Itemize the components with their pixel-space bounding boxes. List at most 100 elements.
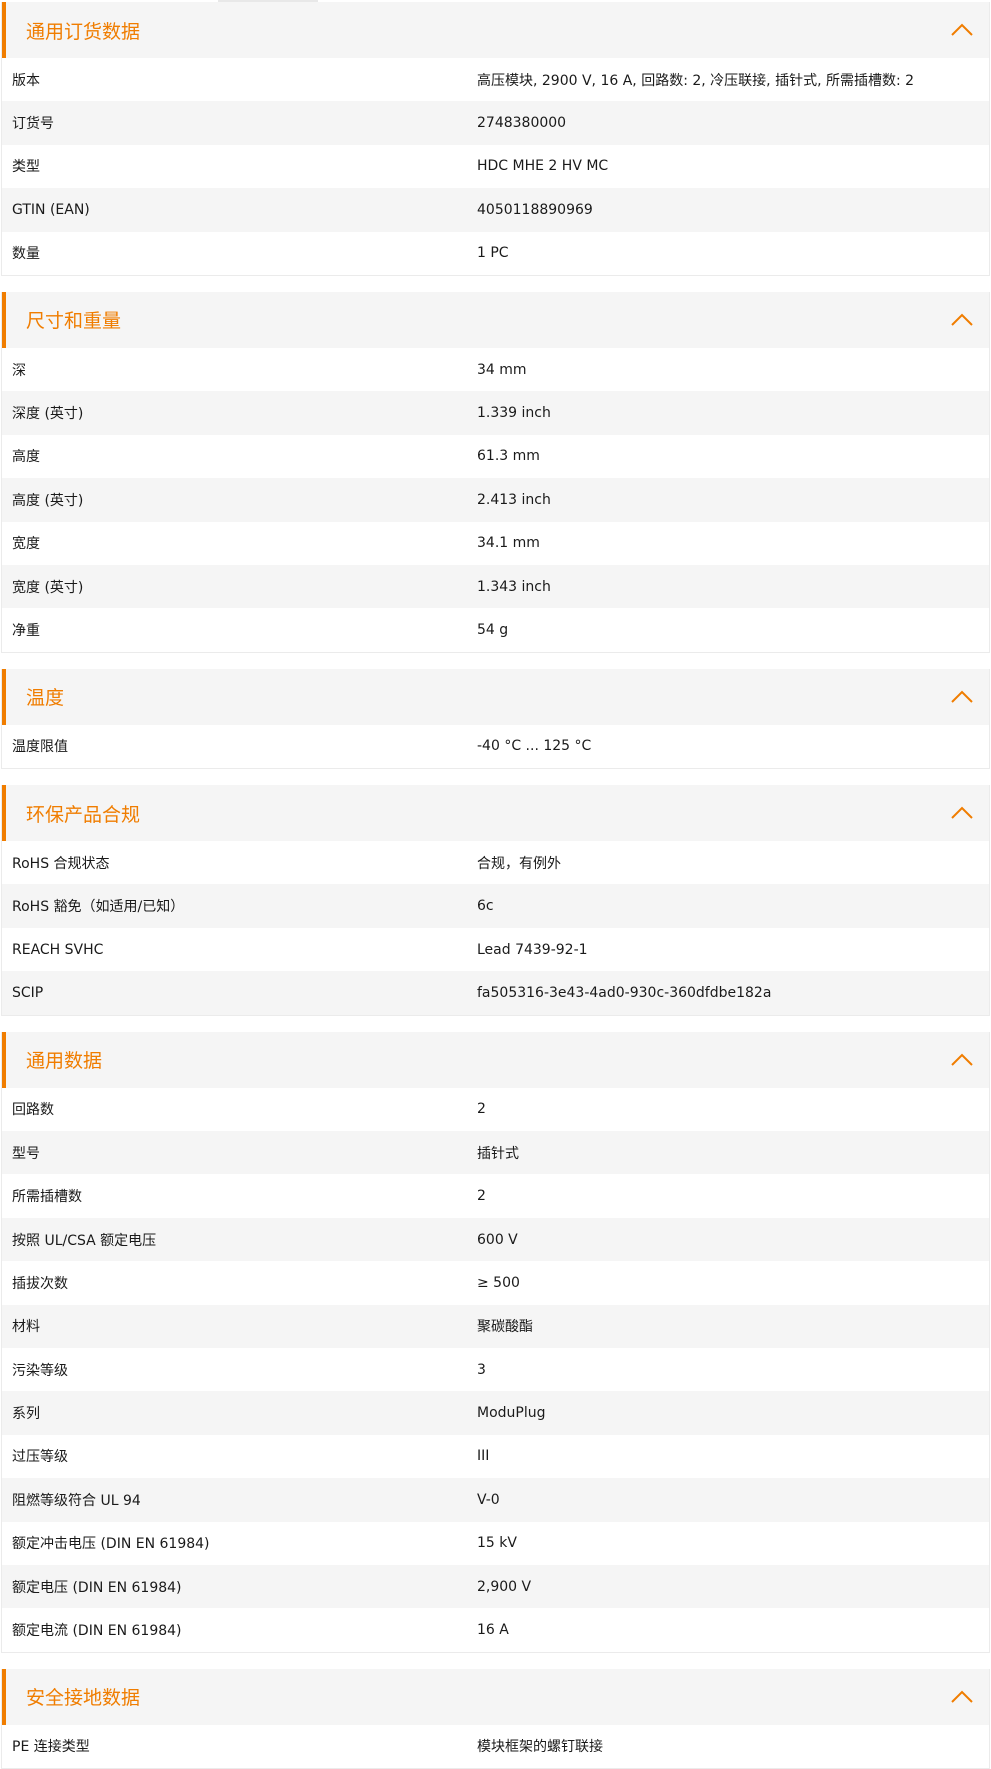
spec-value: 54 g — [477, 621, 509, 638]
chevron-up-icon[interactable] — [949, 1689, 975, 1705]
spec-row: 类型 HDC MHE 2 HV MC — [2, 145, 989, 188]
spec-label: 材料 — [12, 1319, 40, 1336]
chevron-up-icon[interactable] — [949, 689, 975, 705]
spec-label: GTIN (EAN) — [12, 201, 90, 218]
spec-row: 高度 61.3 mm — [2, 435, 989, 478]
section-title: 尺寸和重量 — [26, 310, 122, 333]
spec-value: 2 — [477, 1188, 486, 1205]
spec-label: 所需插槽数 — [12, 1189, 82, 1206]
spec-row: 材料 聚碳酸酯 — [2, 1304, 989, 1348]
spec-value: 600 V — [477, 1231, 518, 1248]
section-header[interactable]: 通用订货数据 — [2, 2, 989, 58]
spec-label: PE 连接类型 — [12, 1739, 90, 1756]
spec-value: 2748380000 — [477, 115, 567, 132]
section-header[interactable]: 温度 — [2, 668, 989, 725]
spec-label: SCIP — [12, 984, 44, 1001]
spec-label: 深度 (英寸) — [12, 406, 84, 423]
section-header[interactable]: 安全接地数据 — [2, 1668, 989, 1725]
spec-row: REACH SVHC Lead 7439-92-1 — [2, 928, 989, 971]
section-title: 通用数据 — [26, 1050, 103, 1073]
spec-label: 额定电流 (DIN EN 61984) — [12, 1623, 182, 1640]
spec-row: 回路数 2 — [2, 1088, 989, 1131]
spec-row: 深 34 mm — [2, 348, 989, 391]
spec-value: 34.1 mm — [477, 535, 540, 552]
spec-value: Lead 7439-92-1 — [477, 941, 588, 958]
spec-section: 温度温度限值 -40 °C ... 125 °C — [1, 668, 990, 770]
spec-label: RoHS 豁免（如适用/已知） — [12, 899, 185, 916]
spec-row: 额定冲击电压 (DIN EN 61984) 15 kV — [2, 1522, 989, 1565]
spec-row: RoHS 豁免（如适用/已知） 6c — [2, 884, 989, 928]
top-tab-indicator — [0, 0, 991, 2]
spec-section: 通用订货数据版本 高压模块, 2900 V, 16 A, 回路数: 2, 冷压联接… — [1, 2, 990, 276]
spec-row: 宽度 34.1 mm — [2, 522, 989, 565]
spec-label: 系列 — [12, 1406, 40, 1423]
spec-section: 尺寸和重量深 34 mm 深度 (英寸) 1.339 inch 高度 61.3 mm 高度 … — [1, 291, 990, 653]
spec-section: 通用数据回路数 2 型号 插针式所需插槽数 2 按照 UL/CSA 额定电压 600 V 插拔… — [1, 1031, 990, 1653]
spec-value: 插针式 — [477, 1145, 519, 1162]
spec-label: 过压等级 — [12, 1449, 68, 1466]
spec-value: HDC MHE 2 HV MC — [477, 158, 609, 175]
spec-value: fa505316-3e43-4ad0-930c-360dfdbe182a — [477, 984, 772, 1001]
spec-label: 宽度 — [12, 536, 40, 553]
spec-value: ModuPlug — [477, 1405, 546, 1422]
spec-label: 高度 (英寸) — [12, 492, 84, 509]
spec-row: PE 连接类型 模块框架的螺钉联接 — [2, 1725, 989, 1768]
spec-label: 额定电压 (DIN EN 61984) — [12, 1579, 182, 1596]
spec-value: 16 A — [477, 1622, 509, 1639]
spec-label: 型号 — [12, 1145, 40, 1162]
spec-label: RoHS 合规状态 — [12, 855, 110, 872]
spec-label: 宽度 (英寸) — [12, 579, 84, 596]
spec-section: 安全接地数据 PE 连接类型 模块框架的螺钉联接 — [1, 1668, 990, 1769]
chevron-up-icon[interactable] — [949, 1052, 975, 1068]
spec-row: 温度限值 -40 °C ... 125 °C — [2, 725, 989, 768]
spec-value: 模块框架的螺钉联接 — [477, 1739, 603, 1756]
spec-row: 净重 54 g — [2, 608, 989, 651]
spec-value: 15 kV — [477, 1535, 517, 1552]
spec-value: 3 — [477, 1361, 486, 1378]
section-header[interactable]: 通用数据 — [2, 1031, 989, 1088]
spec-label: 订货号 — [12, 116, 54, 133]
spec-value: 1.339 inch — [477, 405, 551, 422]
spec-value: 2.413 inch — [477, 491, 551, 508]
spec-value: 2 — [477, 1101, 486, 1118]
spec-value: 1 PC — [477, 245, 509, 262]
spec-label: 净重 — [12, 622, 40, 639]
spec-row: 额定电流 (DIN EN 61984) 16 A — [2, 1608, 989, 1651]
chevron-up-icon[interactable] — [949, 805, 975, 821]
spec-row: 阻燃等级符合 UL 94 V-0 — [2, 1478, 989, 1522]
spec-value: 聚碳酸酯 — [477, 1319, 533, 1336]
spec-label: 回路数 — [12, 1102, 54, 1119]
spec-value: 1.343 inch — [477, 578, 551, 595]
spec-row: 数量 1 PC — [2, 232, 989, 275]
spec-sections: 通用订货数据版本 高压模块, 2900 V, 16 A, 回路数: 2, 冷压联接… — [0, 2, 991, 1769]
spec-row: RoHS 合规状态 合规，有例外 — [2, 841, 989, 884]
spec-label: 深 — [12, 362, 26, 379]
spec-value: 2,900 V — [477, 1578, 532, 1595]
section-header[interactable]: 环保产品合规 — [2, 785, 989, 842]
spec-value: 高压模块, 2900 V, 16 A, 回路数: 2, 冷压联接, 插针式, 所… — [477, 72, 915, 89]
section-title: 通用订货数据 — [26, 20, 141, 43]
spec-label: 按照 UL/CSA 额定电压 — [12, 1232, 157, 1249]
section-header[interactable]: 尺寸和重量 — [2, 291, 989, 348]
spec-label: 插拔次数 — [12, 1275, 68, 1292]
spec-page: 通用订货数据版本 高压模块, 2900 V, 16 A, 回路数: 2, 冷压联接… — [0, 0, 991, 1769]
chevron-up-icon[interactable] — [949, 22, 975, 38]
section-title: 环保产品合规 — [26, 803, 141, 826]
spec-value: III — [477, 1448, 490, 1465]
chevron-up-icon[interactable] — [949, 312, 975, 328]
spec-row: 系列 ModuPlug — [2, 1391, 989, 1435]
spec-label: 阻燃等级符合 UL 94 — [12, 1492, 141, 1509]
spec-row: GTIN (EAN) 4050118890969 — [2, 188, 989, 232]
spec-row: 高度 (英寸) 2.413 inch — [2, 478, 989, 522]
spec-label: 高度 — [12, 449, 40, 466]
spec-label: 版本 — [12, 72, 40, 89]
spec-value: 61.3 mm — [477, 448, 540, 465]
spec-label: 数量 — [12, 246, 40, 263]
section-title: 温度 — [26, 687, 65, 710]
spec-row: 型号 插针式 — [2, 1131, 989, 1175]
spec-row: 版本 高压模块, 2900 V, 16 A, 回路数: 2, 冷压联接, 插针式,… — [2, 58, 989, 101]
